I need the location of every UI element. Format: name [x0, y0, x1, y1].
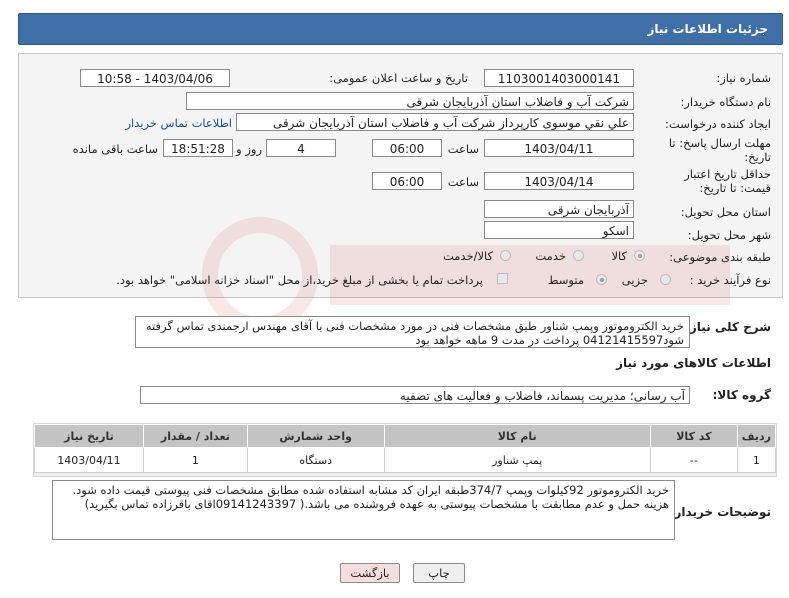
cell-unit: دستگاه: [246, 447, 385, 473]
cell-item-code: --: [649, 447, 738, 473]
back-button[interactable]: بازگشت: [340, 563, 400, 583]
category-goods-service-radio[interactable]: [500, 250, 511, 261]
process-medium-label: متوسط: [547, 273, 584, 287]
validity-time-label: ساعت: [447, 175, 479, 189]
goods-group-label: گروه کالا:: [712, 388, 771, 402]
province-field: آذربایجان شرقی: [484, 200, 634, 218]
days-label: روز و: [236, 142, 262, 156]
requester-field: علي نقي موسوی کارپرداز شرکت آب و فاضلاب …: [236, 113, 634, 131]
reply-time-field: 06:00: [372, 139, 442, 157]
remaining-time-label: ساعت باقی مانده: [72, 142, 158, 156]
process-minor-label: جزیی: [621, 273, 648, 287]
announce-datetime-field: 1403/04/06 - 10:58: [80, 69, 230, 87]
validity-time-field: 06:00: [372, 172, 442, 190]
buyer-org-label: نام دستگاه خریدار:: [680, 95, 771, 109]
table-row[interactable]: 1 -- پمپ شناور دستگاه 1 1403/04/11: [34, 447, 777, 473]
treasury-payment-checkbox[interactable]: [497, 273, 508, 284]
category-goods-radio[interactable]: [634, 250, 645, 261]
buyer-contact-link[interactable]: اطلاعات تماس خریدار: [125, 116, 232, 130]
cell-row-number: 1: [736, 447, 777, 473]
category-goods-label: کالا: [611, 249, 627, 263]
page-header: جزئیات اطلاعات نیاز: [18, 13, 783, 45]
category-service-radio[interactable]: [573, 250, 584, 261]
items-table-container: ردیف کد کالا نام کالا واحد شمارش تعداد /…: [33, 423, 777, 477]
general-desc-box: خرید الکتروموتور وپمپ شناور طبق مشخصات ف…: [135, 316, 690, 348]
page-title: جزئیات اطلاعات نیاز: [647, 22, 768, 36]
col-unit: واحد شمارش: [246, 424, 385, 448]
print-button[interactable]: چاپ: [413, 563, 465, 583]
price-validity-label: حداقل تاریخ اعتبار قیمت: تا تاریخ:: [684, 167, 771, 195]
validity-date-field: 1403/04/14: [484, 172, 634, 190]
city-label: شهر محل تحویل:: [687, 228, 771, 242]
cell-quantity: 1: [142, 447, 248, 473]
announce-label: تاریخ و ساعت اعلان عمومی:: [329, 71, 468, 85]
goods-info-title: اطلاعات کالاهای مورد نیاز: [616, 356, 771, 370]
col-quantity: تعداد / مقدار: [142, 424, 248, 448]
general-desc-label: شرح کلی نیاز:: [685, 320, 771, 334]
category-goods-service-label: کالا/خدمت: [442, 249, 493, 263]
col-item-code: کد کالا: [649, 424, 738, 448]
buyer-notes-box: خرید الکتروموتور 92کیلوات وپمپ 374/7طبقه…: [52, 480, 675, 540]
cell-item-name: پمپ شناور: [383, 447, 651, 473]
process-minor-radio[interactable]: [660, 274, 671, 285]
category-label: طبقه بندی موضوعی:: [669, 250, 771, 264]
remaining-time-field: 18:51:28: [163, 139, 233, 157]
buyer-org-field: شرکت آب و فاضلاب استان آذربایجان شرقی: [186, 92, 634, 110]
need-number-field: 1103001403000141: [484, 69, 634, 87]
process-medium-radio[interactable]: [596, 274, 607, 285]
reply-deadline-label: مهلت ارسال پاسخ: تا تاریخ:: [668, 136, 771, 164]
col-need-date: تاریخ نیاز: [34, 424, 144, 448]
goods-group-field: آب رسانی؛ مدیریت پسماند، فاضلاب و فعالیت…: [140, 386, 690, 404]
items-table: ردیف کد کالا نام کالا واحد شمارش تعداد /…: [34, 424, 777, 473]
need-number-label: شماره نیاز:: [716, 71, 771, 85]
category-service-label: خدمت: [535, 249, 566, 263]
treasury-payment-note: پرداخت تمام یا بخشی از مبلغ خرید،از محل …: [116, 273, 483, 287]
col-item-name: نام کالا: [383, 424, 651, 448]
reply-time-label: ساعت: [447, 142, 479, 156]
cell-need-date: 1403/04/11: [34, 447, 144, 473]
days-remaining-field: 4: [266, 139, 336, 157]
city-field: اسکو: [484, 221, 634, 239]
reply-date-field: 1403/04/11: [484, 139, 634, 157]
col-row-number: ردیف: [736, 424, 777, 448]
province-label: استان محل تحویل:: [680, 205, 771, 219]
process-type-label: نوع فرآیند خرید :: [689, 273, 771, 287]
buyer-notes-label: توضیحات خریدار:: [669, 505, 771, 519]
requester-label: ایجاد کننده درخواست:: [665, 117, 771, 131]
items-table-header-row: ردیف کد کالا نام کالا واحد شمارش تعداد /…: [34, 424, 777, 448]
